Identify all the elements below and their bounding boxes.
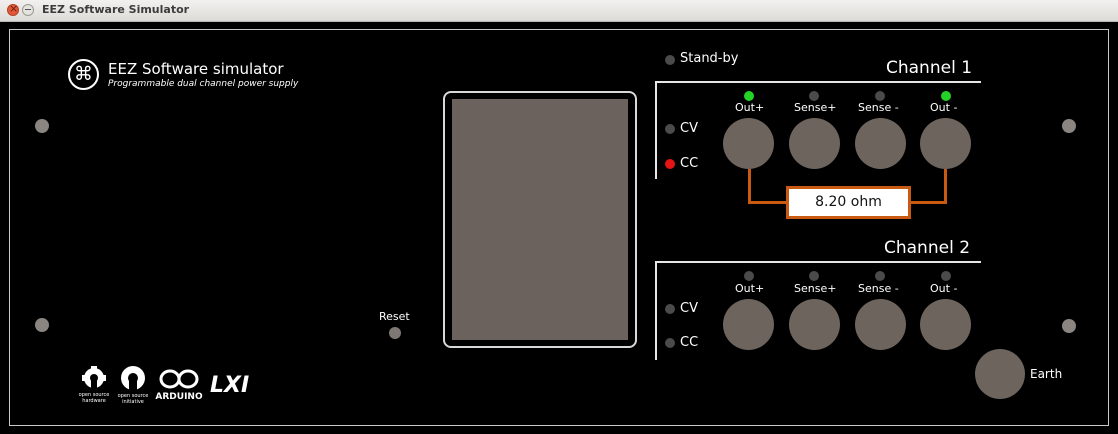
- channel1-cc-led: [665, 159, 675, 169]
- channel1-load-value[interactable]: 8.20 ohm: [786, 186, 911, 219]
- osi-text-2: initiative: [122, 399, 144, 405]
- channel1-out-minus-terminal[interactable]: [920, 118, 971, 169]
- screw-icon: [1062, 119, 1076, 133]
- channel2-out-minus-label: Out -: [930, 282, 958, 295]
- channel2-cv-label: CV: [680, 301, 698, 316]
- screw-icon: [35, 318, 49, 332]
- front-panel: ⌘ EEZ Software simulator Programmable du…: [0, 22, 1118, 434]
- channel2-cc-led: [665, 338, 675, 348]
- arduino-infinity-icon: [159, 369, 199, 389]
- reset-button[interactable]: [389, 327, 401, 339]
- logo-strip-icon: open source hardware open source initiat…: [79, 366, 249, 405]
- channel2-divider: [655, 261, 981, 263]
- display-screen[interactable]: [452, 99, 628, 340]
- channel1-cv-label: CV: [680, 121, 698, 136]
- channel2-bracket: [655, 261, 657, 360]
- earth-terminal[interactable]: [975, 349, 1025, 399]
- channel2-out-minus-terminal[interactable]: [920, 299, 971, 350]
- certification-logos: open source hardware open source initiat…: [78, 366, 253, 406]
- oshw-gear-icon: [82, 366, 106, 390]
- osi-keyhole-icon: [121, 366, 145, 392]
- lxi-logo-text: LXI: [210, 373, 249, 398]
- screw-icon: [1062, 319, 1076, 333]
- channel1-sense-plus-label: Sense+: [794, 101, 837, 114]
- earth-label: Earth: [1030, 367, 1063, 381]
- channel1-cv-led: [665, 124, 675, 134]
- channel1-sense-plus-terminal[interactable]: [789, 118, 840, 169]
- channel1-sense-plus-led: [809, 91, 819, 101]
- channel2-sense-minus-led: [875, 271, 885, 281]
- brand-subtitle: Programmable dual channel power supply: [108, 79, 299, 89]
- window-titlebar: EEZ Software Simulator: [0, 0, 1118, 22]
- close-icon[interactable]: [7, 2, 19, 16]
- channel1-cc-label: CC: [680, 156, 699, 171]
- channel1-bracket: [655, 81, 657, 179]
- channel1-out-plus-led: [744, 91, 754, 101]
- channel1-sense-minus-led: [875, 91, 885, 101]
- channel2-sense-plus-led: [809, 271, 819, 281]
- window-title: EEZ Software Simulator: [42, 3, 190, 16]
- load-wire: [748, 169, 751, 203]
- minimize-icon[interactable]: [22, 4, 34, 16]
- load-wire: [748, 201, 788, 204]
- channel1-sense-minus-terminal[interactable]: [855, 118, 906, 169]
- channel1-sense-minus-label: Sense -: [858, 101, 899, 114]
- channel1-title: Channel 1: [886, 58, 973, 78]
- screw-icon: [35, 119, 49, 133]
- channel2-title: Channel 2: [884, 238, 971, 258]
- channel2-out-plus-terminal[interactable]: [723, 299, 774, 350]
- channel1-out-plus-label: Out+: [735, 101, 765, 114]
- channel2-cv-led: [665, 304, 675, 314]
- channel2-sense-plus-terminal[interactable]: [789, 299, 840, 350]
- oshw-text-2: hardware: [82, 398, 106, 404]
- channel2-sense-minus-terminal[interactable]: [855, 299, 906, 350]
- eez-logo-icon: ⌘: [68, 59, 99, 90]
- channel2-cc-label: CC: [680, 335, 699, 350]
- standby-led: [665, 55, 675, 65]
- channel2-out-plus-label: Out+: [735, 282, 765, 295]
- channel2-out-minus-led: [941, 271, 951, 281]
- brand-title: EEZ Software simulator: [108, 60, 284, 78]
- channel2-out-plus-led: [744, 271, 754, 281]
- channel2-sense-minus-label: Sense -: [858, 282, 899, 295]
- display-bezel: [443, 91, 637, 348]
- load-wire: [944, 169, 947, 203]
- channel2-sense-plus-label: Sense+: [794, 282, 837, 295]
- channel1-out-plus-terminal[interactable]: [723, 118, 774, 169]
- channel1-divider: [655, 81, 981, 83]
- channel1-out-minus-label: Out -: [930, 101, 958, 114]
- channel1-out-minus-led: [941, 91, 951, 101]
- load-wire: [909, 201, 947, 204]
- standby-label: Stand-by: [680, 51, 739, 66]
- reset-label: Reset: [379, 310, 410, 323]
- arduino-text: ARDUINO: [155, 392, 203, 402]
